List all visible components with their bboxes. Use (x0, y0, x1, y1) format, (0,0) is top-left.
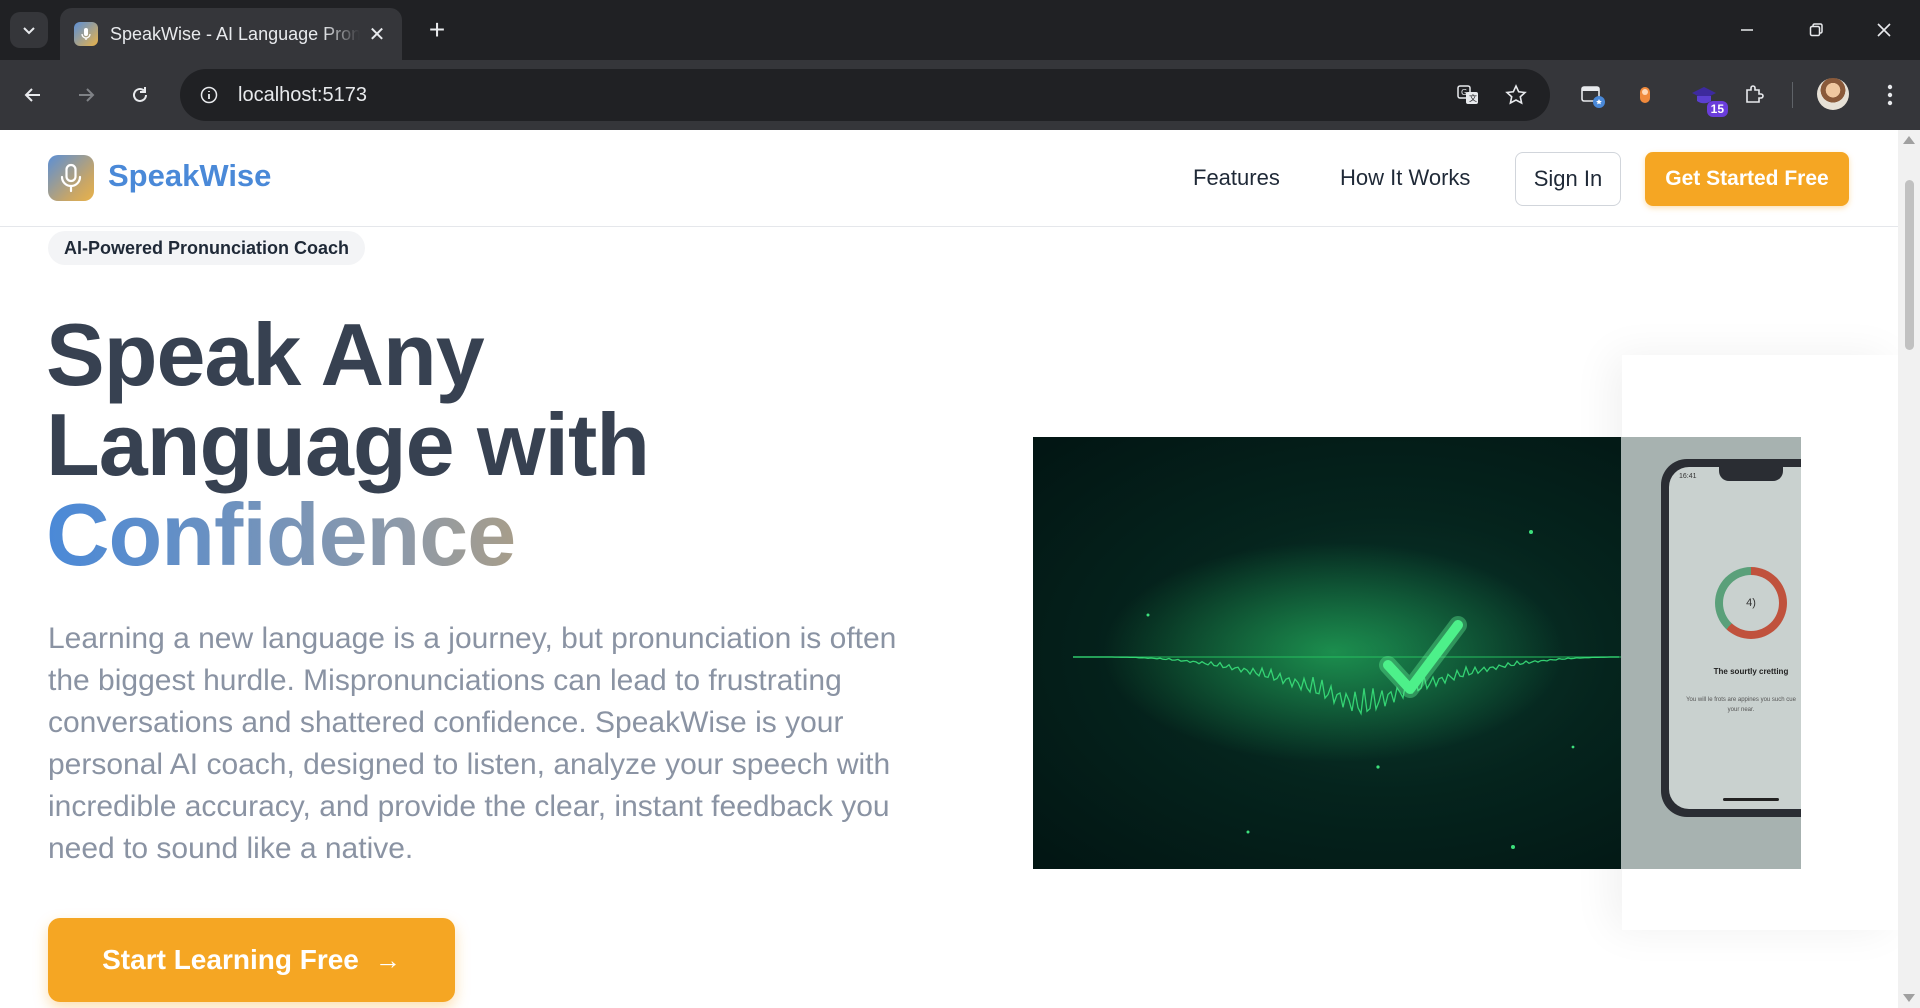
soundwave-checkmark-image (1033, 437, 1621, 869)
svg-text:文: 文 (1469, 93, 1477, 103)
sign-in-button[interactable]: Sign In (1515, 152, 1621, 206)
close-icon (1877, 23, 1891, 37)
headline-line-1: Speak Any (46, 305, 485, 404)
nav-link-features[interactable]: Features (1193, 165, 1280, 191)
translate-icon[interactable]: G文 (1452, 79, 1484, 111)
phone-time: 16:41 (1679, 473, 1697, 480)
hero-badge: AI-Powered Pronunciation Coach (48, 231, 366, 265)
reload-icon (133, 87, 147, 102)
start-learning-button[interactable]: Start Learning Free → (48, 918, 455, 1002)
phone-notch (1719, 467, 1783, 481)
nav-link-how-it-works[interactable]: How It Works (1340, 165, 1470, 191)
phone-subtext: You will le frots are appines you such c… (1686, 697, 1796, 713)
address-bar[interactable]: localhost:5173 G文 (180, 69, 1550, 121)
browser-tab-active[interactable]: SpeakWise - AI Language Pronunciation Co… (60, 8, 402, 60)
phone-caption: The sourtly cretting (1713, 667, 1789, 676)
scrollbar-thumb[interactable] (1905, 180, 1914, 350)
browser-toolbar: localhost:5173 G文 15 (0, 60, 1920, 130)
headline-line-2: Language with (46, 395, 650, 494)
phone-mockup-panel: 16:41 4) The sourtly cretting You will l… (1621, 437, 1801, 869)
restore-button[interactable] (1792, 12, 1840, 48)
new-tab-button[interactable]: + (420, 14, 454, 46)
close-window-button[interactable] (1860, 12, 1908, 48)
headline-highlight: Confidence (46, 490, 846, 580)
page-viewport: SpeakWise Features How It Works Sign In … (0, 130, 1898, 1008)
restore-icon (1809, 23, 1823, 37)
extension-badge: 15 (1706, 101, 1728, 117)
close-tab-icon[interactable]: ✕ (366, 22, 388, 47)
score-ring-label: 4) (1723, 575, 1779, 631)
purple-extension-icon[interactable]: 15 (1686, 77, 1728, 117)
phone-home-indicator (1723, 798, 1779, 801)
chevron-down-icon (23, 27, 35, 35)
scroll-up-arrow-icon[interactable] (1903, 136, 1915, 144)
profile-avatar[interactable] (1817, 78, 1849, 110)
phone-mockup: 16:41 4) The sourtly cretting You will l… (1661, 459, 1801, 817)
soundwave-graphic (1073, 530, 1621, 849)
tab-title: SpeakWise - AI Language Pronunciation Co… (110, 23, 360, 44)
scroll-down-arrow-icon[interactable] (1903, 994, 1915, 1002)
page-scrollbar[interactable] (1898, 130, 1920, 1008)
hero-headline: Speak Any Language with Confidence (46, 310, 846, 580)
tab-search-button[interactable] (10, 12, 48, 48)
site-info-icon[interactable] (194, 80, 224, 110)
arrow-right-icon (79, 88, 95, 102)
minimize-button[interactable] (1723, 12, 1771, 48)
microphone-icon (74, 22, 98, 46)
score-ring: 4) (1715, 567, 1787, 639)
svg-text:G: G (1461, 88, 1467, 97)
back-button[interactable] (15, 77, 51, 113)
reading-list-extension-icon[interactable] (1574, 77, 1610, 113)
menu-kebab-icon[interactable] (1872, 77, 1908, 113)
hero-description: Learning a new language is a journey, bu… (48, 622, 897, 865)
bookmark-star-icon[interactable] (1500, 79, 1532, 111)
browser-tabstrip: SpeakWise - AI Language Pronunciation Co… (0, 0, 1920, 60)
microphone-logo-icon[interactable] (48, 155, 94, 201)
brand-name[interactable]: SpeakWise (108, 158, 271, 194)
url-text: localhost:5173 (238, 83, 367, 106)
reload-button[interactable] (122, 77, 158, 113)
forward-button[interactable] (68, 77, 104, 113)
extensions-puzzle-icon[interactable] (1736, 77, 1772, 113)
minimize-icon (1741, 29, 1753, 31)
orange-extension-icon[interactable] (1627, 77, 1663, 113)
toolbar-separator (1792, 82, 1793, 108)
start-learning-label: Start Learning Free (102, 944, 359, 975)
arrow-left-icon (24, 88, 40, 102)
arrow-right-icon: → (374, 944, 401, 975)
site-navbar: SpeakWise Features How It Works Sign In … (0, 130, 1898, 227)
phone-screen: 16:41 4) The sourtly cretting You will l… (1669, 467, 1801, 809)
get-started-button[interactable]: Get Started Free (1645, 152, 1849, 206)
